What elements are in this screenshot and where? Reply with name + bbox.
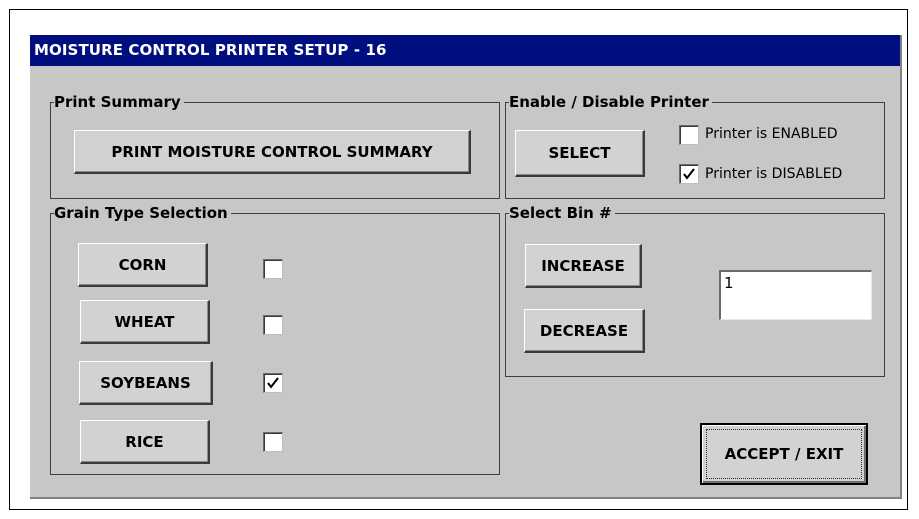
accept-exit-label: ACCEPT / EXIT [724, 445, 844, 463]
select-bin-group: Select Bin # INCREASE DECREASE 1 [505, 204, 885, 377]
printer-disabled-checkbox[interactable] [679, 164, 699, 184]
checkmark-icon [267, 377, 279, 389]
window-title: MOISTURE CONTROL PRINTER SETUP - 16 [30, 35, 900, 66]
printer-setup-window: MOISTURE CONTROL PRINTER SETUP - 16 Prin… [30, 35, 902, 499]
grain-rice-button[interactable]: RICE [80, 420, 210, 464]
bin-increase-button[interactable]: INCREASE [525, 244, 642, 288]
print-summary-button[interactable]: PRINT MOISTURE CONTROL SUMMARY [74, 130, 471, 174]
grain-corn-checkbox[interactable] [263, 259, 283, 279]
printer-enabled-label: Printer is ENABLED [705, 126, 838, 142]
select-bin-legend: Select Bin # [509, 204, 615, 222]
grain-type-group: Grain Type Selection CORN WHEAT SOYBEANS… [50, 204, 500, 475]
bin-decrease-button[interactable]: DECREASE [524, 309, 645, 353]
grain-type-legend: Grain Type Selection [54, 204, 231, 222]
grain-wheat-checkbox[interactable] [263, 315, 283, 335]
accept-exit-button[interactable]: ACCEPT / EXIT [700, 423, 868, 485]
printer-select-button[interactable]: SELECT [515, 130, 645, 177]
grain-rice-checkbox[interactable] [263, 432, 283, 452]
checkmark-icon [683, 168, 695, 180]
printer-disabled-label: Printer is DISABLED [705, 166, 843, 182]
bin-number-field[interactable]: 1 [719, 270, 872, 320]
printer-enabled-checkbox[interactable] [679, 125, 699, 145]
print-summary-group: Print Summary PRINT MOISTURE CONTROL SUM… [50, 93, 500, 199]
grain-soybeans-button[interactable]: SOYBEANS [79, 361, 213, 405]
grain-soybeans-checkbox[interactable] [263, 373, 283, 393]
print-summary-legend: Print Summary [54, 93, 184, 111]
printer-enable-legend: Enable / Disable Printer [509, 93, 712, 111]
grain-wheat-button[interactable]: WHEAT [80, 300, 210, 344]
printer-enable-group: Enable / Disable Printer SELECT Printer … [505, 93, 885, 199]
grain-corn-button[interactable]: CORN [78, 243, 208, 287]
